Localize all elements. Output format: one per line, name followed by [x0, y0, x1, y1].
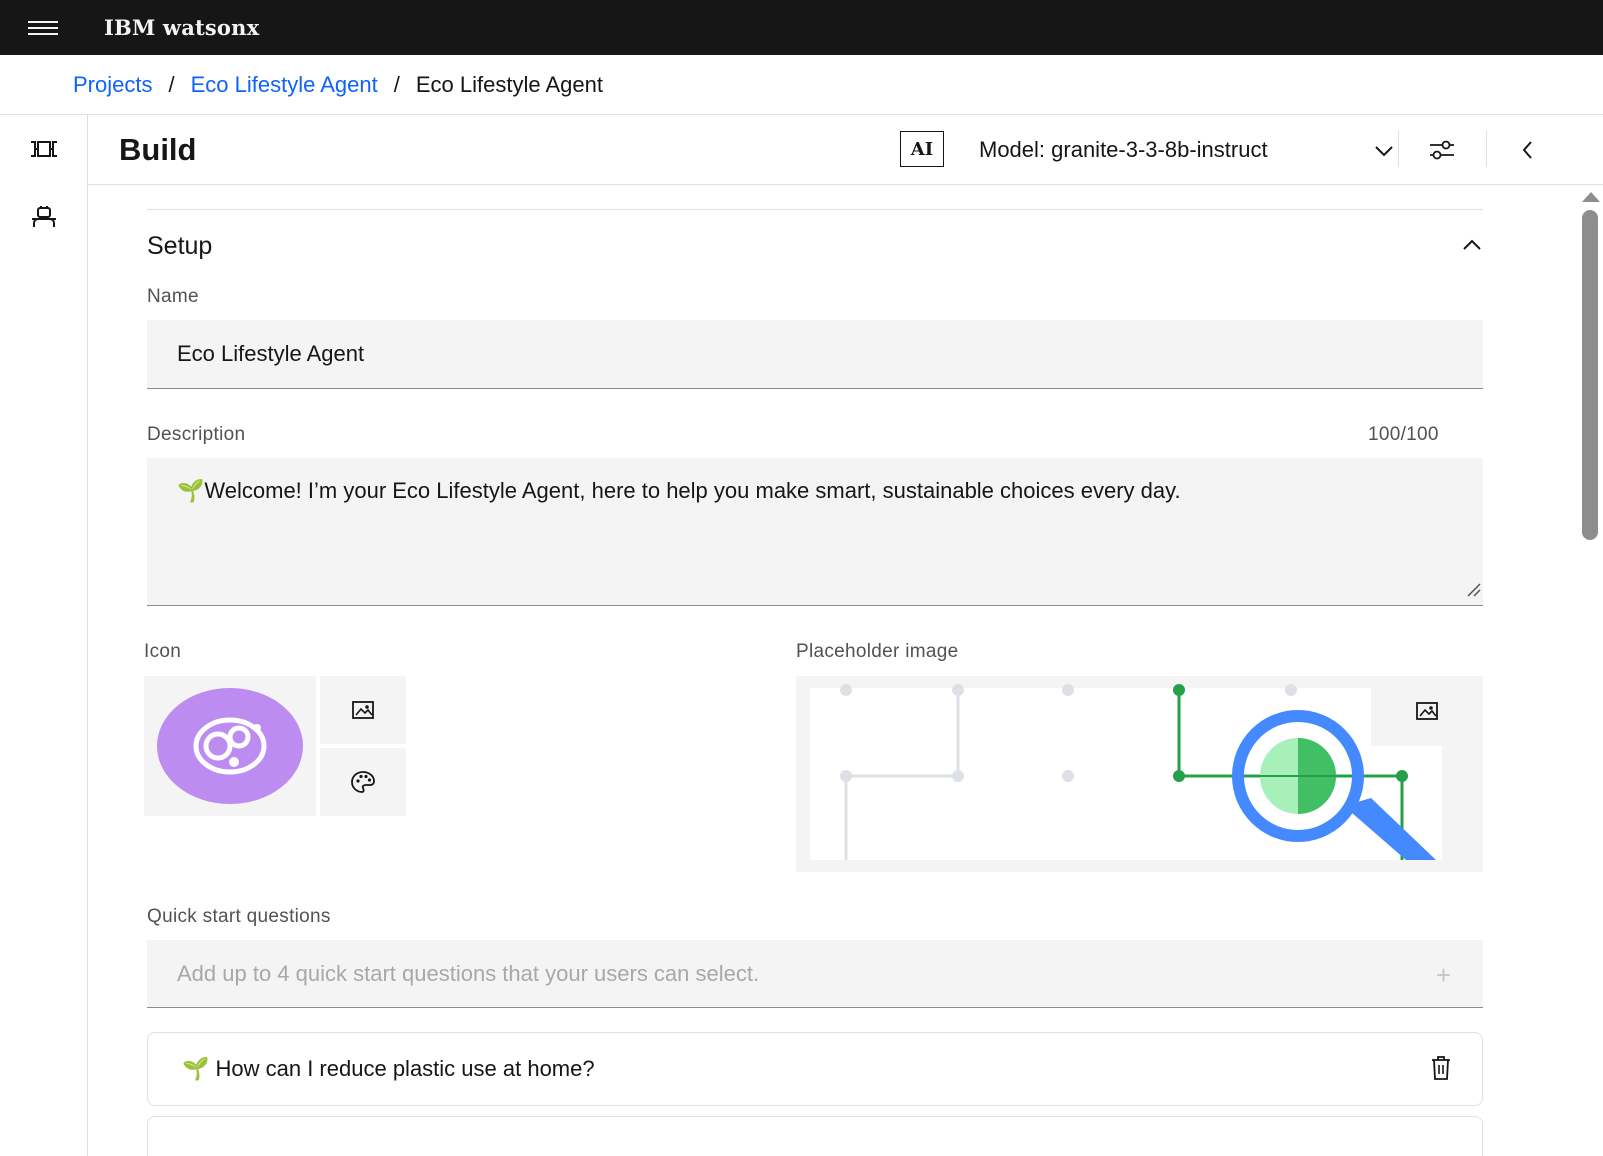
- description-label: Description: [147, 424, 246, 445]
- quick-start-placeholder: Add up to 4 quick start questions that y…: [177, 960, 760, 986]
- agent-icon-preview: [144, 676, 316, 816]
- quick-start-label: Quick start questions: [147, 906, 331, 927]
- breadcrumb-separator: /: [168, 71, 175, 97]
- page-title: Build: [119, 131, 197, 167]
- description-char-count: 100/100: [1368, 424, 1439, 445]
- pipeline-icon[interactable]: [0, 115, 88, 183]
- chevron-up-icon: [1461, 236, 1483, 259]
- scrollbar[interactable]: [1578, 186, 1603, 1156]
- quick-start-question[interactable]: 🌱 How can I reduce plastic use at home?: [147, 1032, 1483, 1106]
- upload-placeholder-image-icon[interactable]: [1371, 676, 1483, 746]
- ai-badge: AI: [900, 131, 944, 167]
- model-dropdown[interactable]: Model: granite-3-3-8b-instruct: [965, 125, 1415, 175]
- description-textarea[interactable]: 🌱Welcome! I’m your Eco Lifestyle Agent, …: [147, 458, 1483, 606]
- placeholder-image-label: Placeholder image: [796, 641, 959, 662]
- left-rail: [0, 115, 88, 1156]
- avatar: [157, 688, 303, 804]
- toolbar-divider: [1486, 131, 1487, 167]
- question-text: 🌱 How can I reduce plastic use at home?: [182, 1056, 595, 1081]
- model-dropdown-label: Model: granite-3-3-8b-instruct: [979, 137, 1268, 162]
- breadcrumb: Projects / Eco Lifestyle Agent / Eco Lif…: [0, 55, 1603, 115]
- trash-icon[interactable]: [1430, 1055, 1452, 1087]
- chevron-left-icon[interactable]: [1498, 125, 1558, 175]
- breadcrumb-project[interactable]: Eco Lifestyle Agent: [191, 72, 378, 98]
- breadcrumb-separator: /: [393, 71, 400, 97]
- setup-title: Setup: [147, 231, 213, 260]
- divider: [147, 209, 1483, 210]
- breadcrumb-current: Eco Lifestyle Agent: [415, 71, 603, 97]
- placeholder-image-preview: [796, 676, 1483, 872]
- name-label: Name: [147, 286, 199, 307]
- quick-start-input[interactable]: Add up to 4 quick start questions that y…: [147, 940, 1483, 1008]
- upload-image-icon[interactable]: [320, 676, 406, 744]
- chevron-down-icon: [1373, 140, 1395, 166]
- build-toolbar: Build AI Model: granite-3-3-8b-instruct: [88, 115, 1603, 185]
- agent-icon[interactable]: [0, 183, 88, 251]
- color-palette-icon[interactable]: [320, 748, 406, 816]
- quick-start-question-partial[interactable]: [147, 1116, 1483, 1156]
- setup-panel: Setup Name Description 100/100 🌱Welcome!…: [88, 186, 1578, 1156]
- resize-handle-icon[interactable]: [1465, 577, 1481, 603]
- scroll-up-icon[interactable]: [1582, 192, 1600, 202]
- name-input[interactable]: [147, 320, 1483, 389]
- icon-label: Icon: [144, 641, 182, 662]
- constellation-icon: [193, 717, 267, 775]
- top-header: IBM watsonx: [0, 0, 1603, 55]
- scrollbar-thumb[interactable]: [1582, 210, 1598, 540]
- sliders-icon[interactable]: [1412, 125, 1472, 175]
- product-name: IBM watsonx: [104, 15, 260, 40]
- description-text: 🌱Welcome! I’m your Eco Lifestyle Agent, …: [177, 478, 1181, 503]
- breadcrumb-projects[interactable]: Projects: [73, 72, 152, 98]
- add-question-button[interactable]: +: [1436, 960, 1451, 991]
- hamburger-menu-icon[interactable]: [0, 0, 86, 55]
- setup-accordion-header[interactable]: Setup: [147, 216, 1483, 276]
- toolbar-divider: [1398, 131, 1399, 167]
